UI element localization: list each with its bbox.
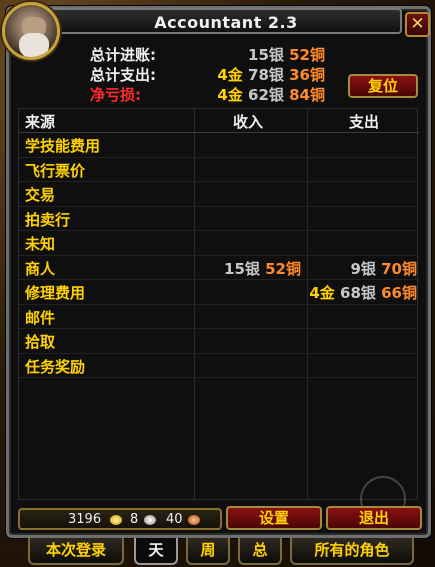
copper-amount: 70铜	[381, 259, 417, 278]
character-portrait	[2, 2, 60, 60]
reset-button[interactable]: 复位	[348, 74, 418, 98]
copper-coin-icon	[188, 515, 200, 525]
exit-button[interactable]: 退出	[326, 506, 422, 530]
player-money: 3196 8 40	[18, 508, 222, 530]
copper-amount: 36铜	[289, 66, 325, 84]
row-source: 飞行票价	[25, 161, 86, 180]
gold-amount: 4金	[309, 284, 335, 302]
copper-amount: 84铜	[289, 86, 325, 104]
total-income-value: 15银 52铜	[248, 44, 325, 65]
row-source: 修理费用	[25, 284, 86, 302]
silver-amount: 68银	[340, 284, 376, 302]
silver-amount: 15银	[248, 46, 284, 64]
copper-amount: 66铜	[381, 284, 417, 302]
row-source: 拾取	[25, 333, 56, 351]
row-income: 15银 52铜	[224, 258, 301, 279]
net-loss-value: 4金 62银 84铜	[217, 84, 325, 105]
table-row[interactable]: 邮件	[19, 305, 419, 329]
portrait-beard	[19, 33, 49, 57]
copper-amount: 52铜	[289, 46, 325, 64]
gold-amount: 4金	[217, 66, 243, 84]
copper-count: 40	[166, 512, 183, 527]
row-source: 任务奖励	[25, 357, 86, 376]
tab-all-characters[interactable]: 所有的角色	[290, 538, 414, 565]
money-table: 来源 收入 支出 学技能费用 飞行票价 交易 拍卖行 未知 商人 15银 52铜…	[18, 108, 419, 500]
row-source: 商人	[25, 259, 56, 278]
tab-week[interactable]: 周	[186, 538, 230, 565]
header-expense: 支出	[349, 113, 380, 131]
window-title: Accountant 2.3	[154, 13, 298, 32]
copper-amount: 52铜	[265, 259, 301, 278]
table-row[interactable]: 未知	[19, 231, 419, 256]
table-row[interactable]: 任务奖励	[19, 354, 419, 378]
table-row[interactable]: 交易	[19, 182, 419, 207]
settings-button[interactable]: 设置	[226, 506, 322, 530]
table-header: 来源 收入 支出	[19, 109, 419, 133]
silver-amount: 78银	[248, 66, 284, 84]
gold-count: 3196	[68, 512, 102, 527]
silver-amount: 9银	[350, 259, 376, 278]
total-expense-value: 4金 78银 36铜	[217, 64, 325, 85]
table-row[interactable]: 商人 15银 52铜 9银 70铜	[19, 256, 419, 280]
total-expense-label: 总计支出:	[90, 66, 156, 84]
close-button[interactable]: ✕	[405, 12, 430, 37]
table-row[interactable]: 学技能费用	[19, 133, 419, 158]
tab-total[interactable]: 总	[238, 538, 282, 565]
net-loss-label: 净亏损:	[90, 86, 141, 104]
silver-count: 8	[130, 512, 139, 527]
total-income-label: 总计进账:	[90, 46, 156, 64]
table-row[interactable]: 飞行票价	[19, 158, 419, 182]
row-source: 未知	[25, 235, 56, 253]
table-row[interactable]: 修理费用 4金 68银 66铜	[19, 280, 419, 305]
silver-coin-icon	[144, 515, 156, 525]
table-row[interactable]: 拾取	[19, 329, 419, 354]
row-source: 交易	[25, 186, 56, 204]
header-source: 来源	[25, 113, 56, 131]
row-source: 邮件	[25, 308, 56, 327]
row-expense: 9银 70铜	[350, 258, 417, 279]
table-row[interactable]: 拍卖行	[19, 207, 419, 231]
tab-day[interactable]: 天	[134, 538, 178, 565]
header-income: 收入	[233, 113, 264, 131]
gold-amount: 4金	[217, 86, 243, 104]
silver-amount: 15银	[224, 259, 260, 278]
gold-coin-icon	[110, 515, 122, 525]
row-expense: 4金 68银 66铜	[309, 282, 417, 303]
row-source: 学技能费用	[25, 137, 101, 155]
row-source: 拍卖行	[25, 210, 71, 229]
tab-session[interactable]: 本次登录	[28, 538, 124, 565]
silver-amount: 62银	[248, 86, 284, 104]
title-bar[interactable]: Accountant 2.3	[50, 8, 402, 34]
